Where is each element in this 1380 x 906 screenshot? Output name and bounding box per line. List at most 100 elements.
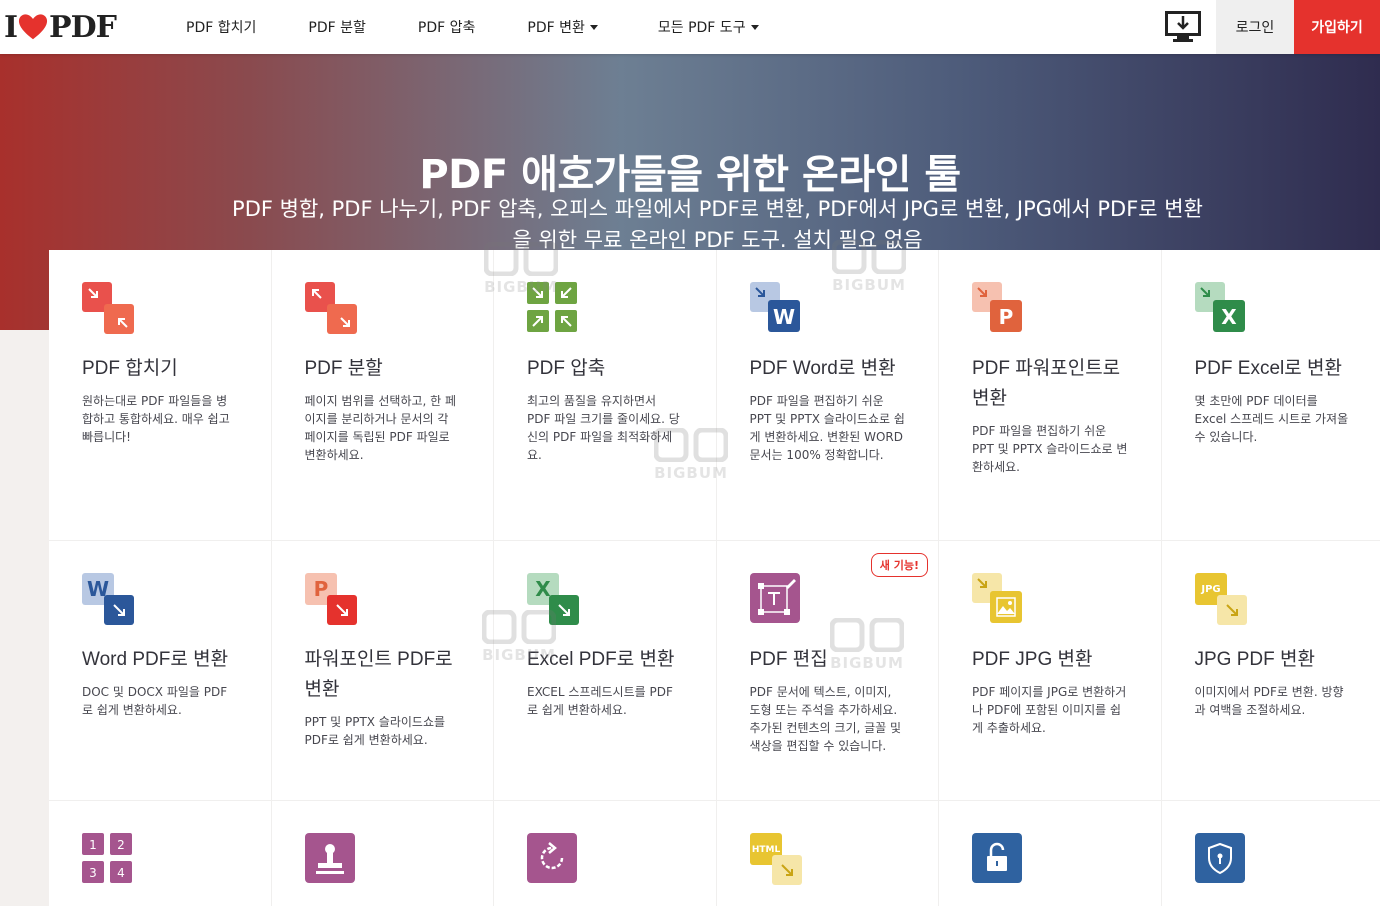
tool-title: 파워포인트 PDF로 변환	[304, 649, 453, 700]
tool-card-word-to-pdf[interactable]: W Word PDF로 변환 DOC 및 DOCX 파일을 PDF로 쉽게 변환…	[49, 541, 272, 801]
tool-title: Word PDF로 변환	[82, 649, 229, 670]
tool-card-watermark[interactable]	[271, 801, 494, 906]
tool-description: 몇 초만에 PDF 데이터를 Excel 스프레드 시트로 가져올 수 있습니다…	[1194, 394, 1349, 444]
login-button[interactable]: 로그인	[1216, 0, 1294, 54]
tool-title: Excel PDF로 변환	[527, 649, 675, 670]
nav-merge-pdf[interactable]: PDF 합치기	[160, 0, 282, 54]
monitor-download-icon	[1165, 11, 1201, 42]
page-numbers-icon: 1 2 3 4	[82, 833, 134, 885]
chevron-down-icon	[750, 24, 759, 30]
signup-button[interactable]: 가입하기	[1294, 0, 1380, 54]
tool-card-merge[interactable]: PDF 합치기 원하는대로 PDF 파일들을 병합하고 통합하세요. 매우 쉽고…	[49, 250, 272, 541]
nav-all-tools[interactable]: 모든 PDF 도구	[632, 0, 785, 54]
merge-icon	[82, 282, 134, 334]
tool-card-page-numbers[interactable]: 1 2 3 4	[49, 801, 272, 906]
tool-title: PDF 파워포인트로 변환	[972, 358, 1121, 409]
tool-card-compress[interactable]: PDF 압축 최고의 품질을 유지하면서 PDF 파일 크기를 줄이세요. 당신…	[494, 250, 717, 541]
tool-card-unlock[interactable]	[939, 801, 1162, 906]
nav-label: PDF 변환	[527, 20, 585, 36]
svg-text:HTML: HTML	[751, 845, 780, 855]
logo-letter-i: I	[4, 9, 18, 45]
tool-card-pdf-to-excel[interactable]: X PDF Excel로 변환 몇 초만에 PDF 데이터를 Excel 스프레…	[1161, 250, 1380, 541]
tool-description: PDF 파일을 편집하기 쉬운 PPT 및 PPTX 슬라이드쇼로 쉽게 변환하…	[749, 394, 905, 462]
tool-description: PPT 및 PPTX 슬라이드쇼를 PDF로 쉽게 변환하세요.	[304, 715, 446, 747]
stamp-icon	[304, 833, 357, 885]
header-actions: 로그인 가입하기	[1150, 0, 1380, 54]
tool-description: 최고의 품질을 유지하면서 PDF 파일 크기를 줄이세요. 당신의 PDF 파…	[527, 394, 680, 462]
svg-text:2: 2	[117, 838, 125, 852]
tool-description: PDF 페이지를 JPG로 변환하거나 PDF에 포함된 이미지를 쉽게 추출하…	[972, 685, 1127, 735]
pdf-to-powerpoint-icon: P	[972, 282, 1024, 334]
nav-label: PDF 분할	[308, 20, 366, 36]
svg-text:P: P	[313, 577, 328, 601]
svg-text:4: 4	[117, 866, 125, 880]
tool-card-rotate[interactable]	[494, 801, 717, 906]
ilovepdf-logo[interactable]: I PDF	[0, 0, 150, 54]
tool-card-jpg-to-pdf[interactable]: JPG JPG PDF 변환 이미지에서 PDF로 변환. 방향과 여백을 조절…	[1161, 541, 1380, 801]
chevron-down-icon	[589, 24, 598, 30]
nav-compress-pdf[interactable]: PDF 압축	[392, 0, 502, 54]
tool-title: JPG PDF 변환	[1194, 649, 1315, 670]
tool-card-powerpoint-to-pdf[interactable]: P 파워포인트 PDF로 변환 PPT 및 PPTX 슬라이드쇼를 PDF로 쉽…	[271, 541, 494, 801]
tool-card-pdf-to-jpg[interactable]: PDF JPG 변환 PDF 페이지를 JPG로 변환하거나 PDF에 포함된 …	[939, 541, 1162, 801]
nav-convert-pdf[interactable]: PDF 변환	[501, 0, 632, 54]
heart-icon	[18, 14, 48, 40]
protect-icon	[1194, 833, 1247, 885]
split-icon	[304, 282, 357, 334]
tool-card-html-to-pdf[interactable]: HTML	[716, 801, 939, 906]
nav-label: PDF 합치기	[186, 20, 257, 36]
powerpoint-to-pdf-icon: P	[304, 573, 357, 625]
tools-grid: PDF 합치기 원하는대로 PDF 파일들을 병합하고 통합하세요. 매우 쉽고…	[49, 250, 1380, 906]
svg-text:W: W	[87, 577, 109, 601]
pdf-to-jpg-icon	[972, 573, 1024, 625]
pdf-to-word-icon: W	[749, 282, 802, 334]
tool-description: 페이지 범위를 선택하고, 한 페이지를 분리하거나 문서의 각 페이지를 독립…	[304, 394, 457, 462]
nav-label: PDF 압축	[417, 20, 476, 36]
tool-title: PDF 분할	[304, 358, 383, 379]
jpg-to-pdf-icon: JPG	[1194, 573, 1247, 625]
main-nav: PDF 합치기 PDF 분할 PDF 압축 PDF 변환 모든 PDF 도구	[160, 0, 785, 54]
unlock-icon	[972, 833, 1024, 885]
hero-title: PDF 애호가들을 위한 온라인 툴	[419, 152, 961, 198]
desktop-download-icon[interactable]	[1150, 0, 1216, 54]
tool-card-pdf-to-powerpoint[interactable]: P PDF 파워포인트로 변환 PDF 파일을 편집하기 쉬운 PPT 및 PP…	[939, 250, 1162, 541]
new-feature-badge: 새 기능!	[870, 553, 928, 577]
tool-description: DOC 및 DOCX 파일을 PDF로 쉽게 변환하세요.	[82, 685, 228, 717]
logo-text-pdf: PDF	[49, 9, 117, 45]
svg-text:JPG: JPG	[1200, 584, 1220, 595]
tool-title: PDF Word로 변환	[749, 358, 896, 379]
tool-title: PDF 합치기	[82, 358, 178, 379]
tool-card-excel-to-pdf[interactable]: X Excel PDF로 변환 EXCEL 스프레드시트를 PDF로 쉽게 변환…	[494, 541, 717, 801]
svg-text:P: P	[999, 305, 1014, 329]
svg-text:X: X	[1221, 305, 1237, 329]
tool-card-edit-pdf[interactable]: 새 기능! PDF 편집 PDF 문서에 텍스트, 이미지, 도형 또는 주석을…	[716, 541, 939, 801]
nav-split-pdf[interactable]: PDF 분할	[282, 0, 392, 54]
tool-title: PDF 압축	[527, 358, 606, 379]
word-to-pdf-icon: W	[82, 573, 134, 625]
tool-description: PDF 파일을 편집하기 쉬운 PPT 및 PPTX 슬라이드쇼로 변환하세요.	[972, 424, 1128, 474]
tool-title: PDF 편집	[749, 649, 828, 670]
tool-card-split[interactable]: PDF 분할 페이지 범위를 선택하고, 한 페이지를 분리하거나 문서의 각 …	[271, 250, 494, 541]
pdf-to-excel-icon: X	[1194, 282, 1247, 334]
html-to-pdf-icon: HTML	[749, 833, 802, 885]
page-background	[0, 330, 49, 906]
rotate-icon	[527, 833, 579, 885]
edit-pdf-icon	[749, 573, 802, 625]
svg-text:W: W	[772, 305, 794, 329]
tool-description: EXCEL 스프레드시트를 PDF로 쉽게 변환하세요.	[527, 685, 673, 717]
svg-text:1: 1	[89, 838, 97, 852]
svg-text:3: 3	[89, 866, 97, 880]
nav-label: 모든 PDF 도구	[657, 20, 746, 36]
tool-card-pdf-to-word[interactable]: W PDF Word로 변환 PDF 파일을 편집하기 쉬운 PPT 및 PPT…	[716, 250, 939, 541]
compress-icon	[527, 282, 579, 334]
top-header: I PDF PDF 합치기 PDF 분할 PDF 압축 PDF 변환 모든 PD…	[0, 0, 1380, 54]
tool-description: PDF 문서에 텍스트, 이미지, 도형 또는 주석을 추가하세요. 추가된 컨…	[749, 685, 902, 753]
tool-title: PDF JPG 변환	[972, 649, 1093, 670]
tool-card-protect[interactable]	[1161, 801, 1380, 906]
tool-description: 이미지에서 PDF로 변환. 방향과 여백을 조절하세요.	[1194, 685, 1344, 717]
tool-description: 원하는대로 PDF 파일들을 병합하고 통합하세요. 매우 쉽고 빠릅니다!	[82, 394, 230, 444]
hero-subtitle: PDF 병합, PDF 나누기, PDF 압축, 오피스 파일에서 PDF로 변…	[232, 197, 1203, 252]
tool-title: PDF Excel로 변환	[1194, 358, 1342, 379]
svg-text:X: X	[535, 577, 551, 601]
excel-to-pdf-icon: X	[527, 573, 579, 625]
